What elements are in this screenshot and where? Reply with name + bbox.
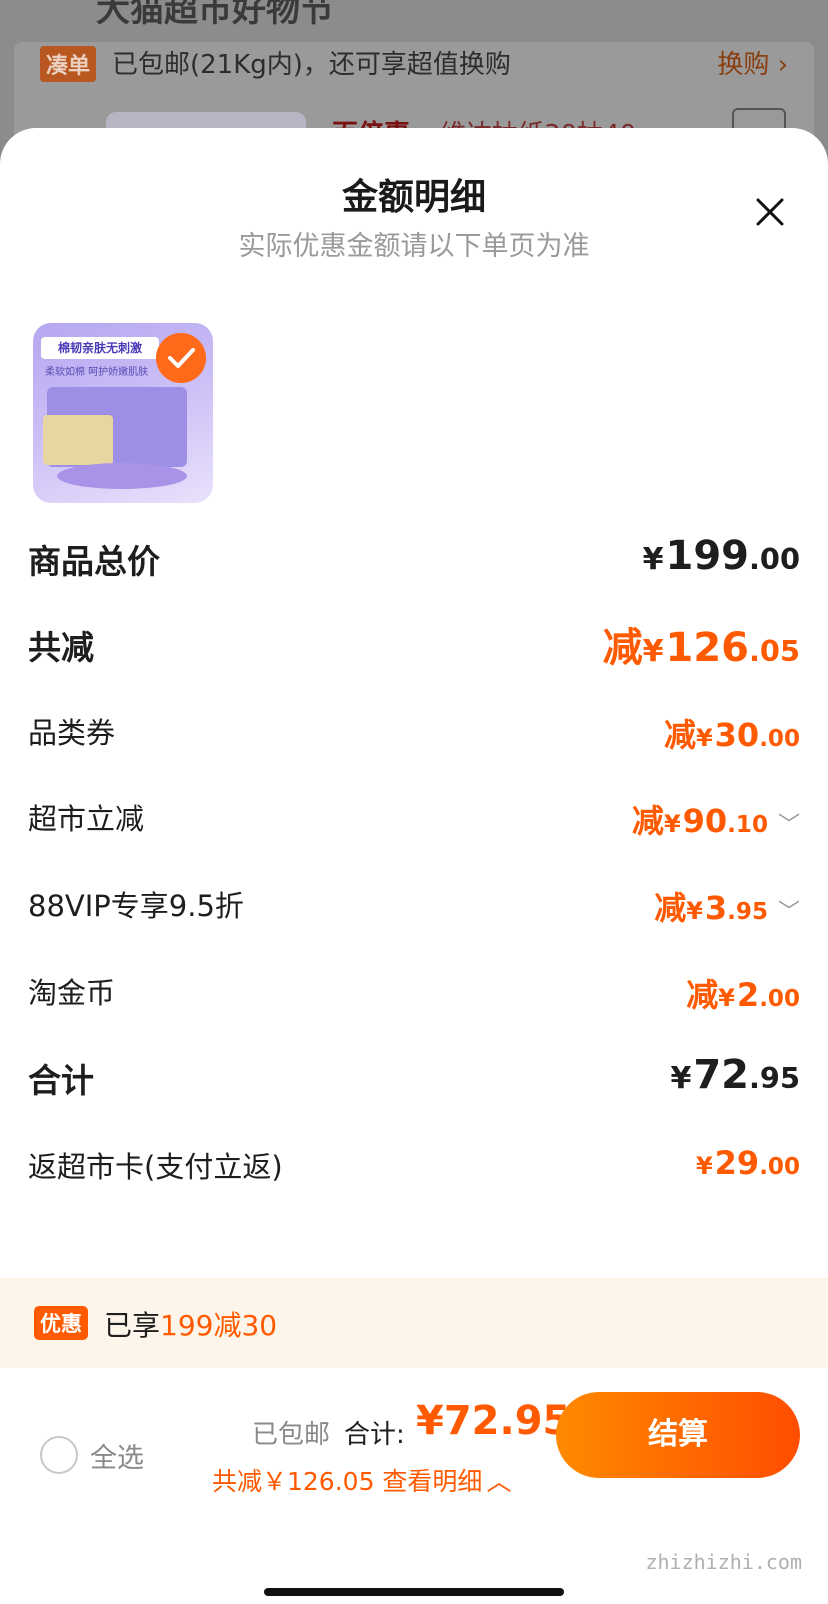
watermark: zhizhizhi.com — [645, 1550, 802, 1574]
close-icon[interactable] — [752, 194, 788, 230]
check-icon — [156, 333, 206, 383]
product-box-image — [43, 415, 113, 465]
row-value: 减¥126.05 — [602, 625, 800, 671]
row-total-reduction: 共减 减¥126.05 — [28, 621, 800, 671]
checkout-button[interactable]: 结算 — [556, 1392, 800, 1478]
row-cashback-card: 返超市卡(支付立返) ¥29.00 — [28, 1144, 800, 1188]
row-label: 返超市卡(支付立返) — [28, 1150, 283, 1184]
row-value: 减¥3.95 ﹀ — [654, 889, 800, 927]
total-label: 合计: — [344, 1420, 405, 1450]
row-category-coupon: 品类券 减¥30.00 — [28, 710, 800, 754]
amount-detail-sheet: 金额明细 实际优惠金额请以下单页为准 棉韧亲肤无刺激 柔软如棉 呵护娇嫩肌肤 商… — [0, 128, 828, 1604]
home-indicator — [264, 1588, 564, 1596]
row-value: ¥29.00 — [695, 1144, 800, 1182]
row-goods-total: 商品总价 ¥199.00 — [28, 533, 800, 585]
row-label: 合计 — [28, 1061, 94, 1100]
select-all-label[interactable]: 全选 — [90, 1436, 144, 1475]
row-label: 品类券 — [28, 716, 116, 750]
row-value: ¥199.00 — [642, 533, 800, 579]
promo-tag: 优惠 — [34, 1306, 88, 1340]
row-label: 88VIP专享9.5折 — [28, 889, 244, 923]
chevron-up-icon: ︿ — [486, 1467, 512, 1496]
row-label: 淘金币 — [28, 976, 116, 1010]
row-value: ¥72.95 — [670, 1052, 800, 1098]
select-all-radio[interactable] — [40, 1436, 78, 1474]
sheet-subtitle: 实际优惠金额请以下单页为准 — [238, 231, 590, 262]
product-sub-text: 柔软如棉 呵护娇嫩肌肤 — [45, 367, 149, 378]
promo-highlight: 199减30 — [160, 1309, 278, 1342]
row-label: 共减 — [28, 628, 94, 667]
row-value: 减¥90.10 ﹀ — [631, 802, 800, 840]
background-tag: 凑单 — [40, 46, 97, 82]
view-detail-link[interactable]: 共减￥126.05 查看明细 ︿ — [212, 1462, 511, 1498]
row-supermarket-discount[interactable]: 超市立减 减¥90.10 ﹀ — [28, 796, 800, 840]
row-taojinbi: 淘金币 减¥2.00 — [28, 970, 800, 1014]
background-exchange-link: 换购 › — [717, 50, 788, 80]
chevron-down-icon[interactable]: ﹀ — [778, 894, 800, 926]
row-value: 减¥30.00 — [663, 716, 800, 754]
promo-text: 已享199减30 — [104, 1309, 278, 1342]
product-banner-text: 棉韧亲肤无刺激 — [41, 337, 159, 359]
row-label: 超市立减 — [28, 802, 145, 836]
row-88vip-discount[interactable]: 88VIP专享9.5折 减¥3.95 ﹀ — [28, 883, 800, 927]
chevron-down-icon[interactable]: ﹀ — [778, 807, 800, 839]
background-title: 大猫超市好物节 — [96, 0, 334, 30]
checkout-bar: 全选 已包邮 合计: ¥72.95 共减￥126.05 查看明细 ︿ 结算 zhi… — [0, 1368, 828, 1604]
product-pedestal — [57, 463, 187, 489]
promo-strip: 优惠 已享199减30 — [0, 1278, 828, 1368]
shipping-label: 已包邮 — [252, 1420, 331, 1450]
background-page: 大猫超市好物节 凑单 已包邮(21Kg内)，还可享超值换购 换购 › 百倍惠 维… — [0, 0, 828, 140]
row-grand-total: 合计 ¥72.95 — [28, 1052, 800, 1104]
product-thumbnail[interactable]: 棉韧亲肤无刺激 柔软如棉 呵护娇嫩肌肤 — [33, 323, 213, 503]
row-label: 商品总价 — [28, 542, 160, 581]
total-value: ¥72.95 — [416, 1398, 571, 1444]
sheet-title: 金额明细 — [341, 177, 486, 218]
background-notice: 已包邮(21Kg内)，还可享超值换购 — [112, 50, 511, 80]
row-value: 减¥2.00 — [686, 976, 800, 1014]
